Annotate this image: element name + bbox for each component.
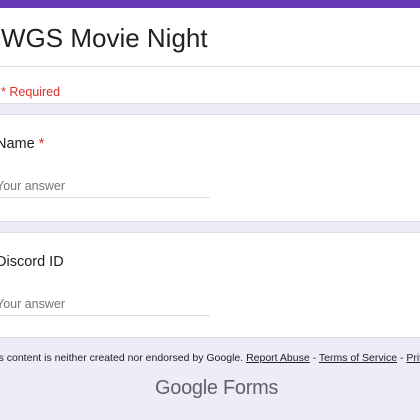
required-note: * Required <box>1 85 61 99</box>
question-label-name: Name * <box>0 136 44 152</box>
header-divider <box>0 66 420 67</box>
form-viewport: WGS Movie Night * Required Name* Discord… <box>0 0 420 420</box>
logo-brand: Google <box>155 377 218 399</box>
form-title: WGS Movie Night <box>1 23 208 53</box>
footer-disclaimer-row: This content is neither created nor endo… <box>0 352 420 364</box>
privacy-policy-link[interactable]: Privacy Policy <box>406 352 420 364</box>
question-card-name: Name * <box>0 114 420 222</box>
form-header-card: WGS Movie Night * Required <box>0 8 420 104</box>
terms-of-service-link[interactable]: Terms of Service <box>319 352 397 364</box>
question-label-discord-id: Discord ID <box>0 254 64 270</box>
question-card-discord-id: Discord ID <box>0 232 420 338</box>
report-abuse-link[interactable]: Report Abuse <box>246 352 310 364</box>
question-title-discord-id: Discord ID <box>0 254 64 270</box>
google-forms-logo[interactable]: Google Forms <box>155 377 278 400</box>
name-answer-input[interactable] <box>0 175 210 198</box>
footer-separator: - <box>312 352 317 364</box>
logo-product: Forms <box>222 377 279 399</box>
footer-disclaimer: This content is neither created nor endo… <box>0 352 244 364</box>
footer-separator: - <box>399 352 404 364</box>
question-title-name: Name <box>0 136 35 152</box>
discord-id-answer-input[interactable] <box>0 293 210 316</box>
required-asterisk: * <box>38 136 45 152</box>
